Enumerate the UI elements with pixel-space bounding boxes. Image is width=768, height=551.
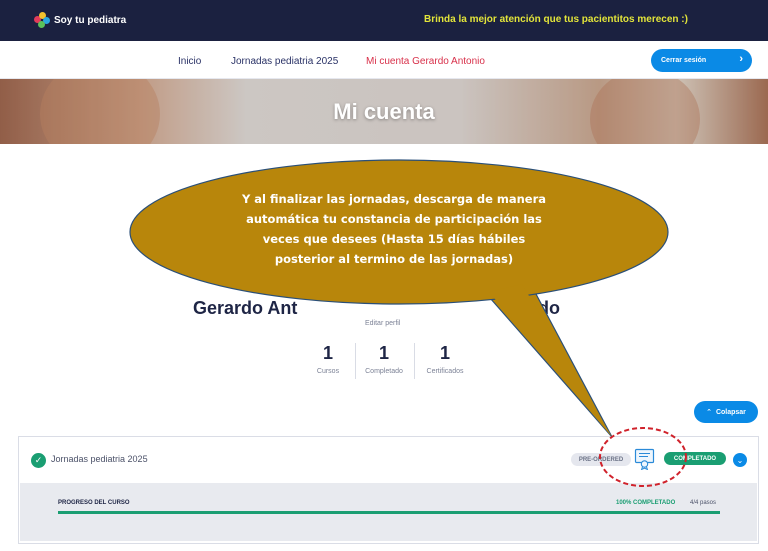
stat-completed-label: Completado [365, 368, 403, 375]
course-title: Jornadas pediatria 2025 [51, 454, 148, 464]
nav-link-mi-cuenta[interactable]: Mi cuenta Gerardo Antonio [366, 56, 485, 67]
stat-certificates-value: 1 [439, 343, 450, 363]
progress-panel: PROGRESO DEL CURSO 100% COMPLETADO 4/4 p… [20, 483, 757, 541]
logo-icon [34, 12, 50, 28]
chevron-down-icon[interactable]: ⌄ [733, 453, 747, 467]
nav-link-inicio[interactable]: Inicio [178, 56, 201, 67]
callout-line: automática tu constancia de participació… [246, 212, 542, 226]
top-bar: Soy tu pediatra Brinda la mejor atención… [0, 0, 768, 41]
progress-steps: 4/4 pasos [690, 500, 717, 506]
nav-link-jornadas[interactable]: Jornadas pediatria 2025 [231, 56, 338, 67]
progress-bar [58, 511, 720, 514]
brand-name: Soy tu pediatra [54, 14, 127, 26]
callout-line: posterior al termino de las jornadas) [274, 252, 514, 266]
page-title: Mi cuenta [333, 99, 435, 124]
collapse-button[interactable]: ⌃ Colapsar [694, 401, 758, 423]
progress-bar-fill [58, 511, 720, 514]
stat-divider [414, 343, 415, 379]
profile-name-end: ocido [512, 298, 560, 318]
progress-percent: 100% COMPLETADO [616, 500, 676, 506]
brand-logo[interactable]: Soy tu pediatra [34, 12, 126, 28]
check-circle-icon: ✓ [31, 453, 46, 468]
main-nav: Inicio Jornadas pediatria 2025 Mi cuenta… [0, 41, 768, 79]
course-card[interactable]: ✓ Jornadas pediatria 2025 PRE-ORDERED CO… [18, 436, 759, 544]
callout-line: veces que desees (Hasta 15 días hábiles [262, 232, 526, 246]
stat-courses-label: Cursos [316, 368, 340, 375]
logout-button[interactable]: Cerrar sesión › [651, 49, 752, 72]
logout-label: Cerrar sesión [661, 57, 707, 64]
chevron-up-icon: ⌃ [706, 409, 712, 416]
certificate-download-icon[interactable] [634, 448, 655, 471]
callout-line: Y al finalizar las jornadas, descarga de… [241, 192, 547, 206]
stat-courses-value: 1 [322, 343, 333, 363]
profile-name-start: Gerardo Ant [193, 298, 298, 318]
completed-badge: COMPLETADO [664, 452, 726, 465]
chevron-right-icon: › [739, 53, 743, 65]
callout-text: Y al finalizar las jornadas, descarga de… [210, 189, 578, 269]
stat-completed-value: 1 [378, 343, 389, 363]
stat-certificates-label: Certificados [426, 368, 464, 375]
stat-completed: 1 Completado [357, 343, 411, 375]
hero-banner: Mi cuenta [0, 79, 768, 144]
stat-divider [355, 343, 356, 379]
edit-profile-link[interactable]: Editar perfil [365, 320, 400, 327]
pre-ordered-badge: PRE-ORDERED [571, 453, 631, 466]
tagline: Brinda la mejor atención que tus pacient… [424, 14, 688, 25]
collapse-label: Colapsar [715, 408, 746, 416]
stat-courses: 1 Cursos [301, 343, 355, 375]
progress-label: PROGRESO DEL CURSO [58, 500, 130, 506]
stat-certificates: 1 Certificados [418, 343, 472, 375]
